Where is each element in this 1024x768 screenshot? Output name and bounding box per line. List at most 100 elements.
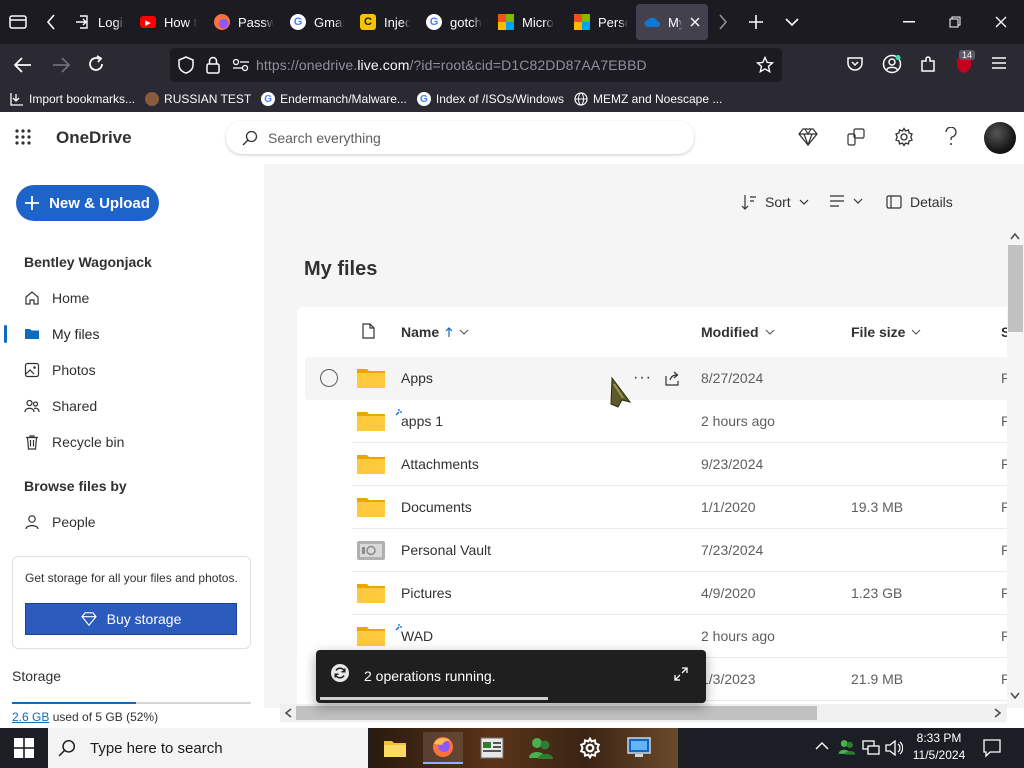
buy-storage-label: Buy storage (106, 611, 182, 627)
tab-scroll-right-button[interactable] (708, 4, 738, 40)
file-name[interactable]: Personal Vault (401, 542, 491, 558)
pocket-button[interactable] (846, 55, 864, 73)
settings-button[interactable] (894, 127, 914, 147)
browser-tab-title: Gmail (314, 14, 344, 30)
bookmark-item[interactable]: RUSSIAN TEST (145, 92, 251, 106)
browser-tab[interactable]: Perso (566, 4, 636, 40)
taskbar-remote-desktop[interactable] (619, 732, 659, 764)
scroll-right-arrow[interactable] (994, 708, 1002, 718)
share-feedback-button[interactable] (846, 128, 866, 146)
restore-button[interactable] (932, 4, 978, 40)
bookmark-item[interactable]: MEMZ and Noescape ... (574, 92, 722, 106)
file-name[interactable]: Attachments (401, 456, 479, 472)
buy-storage-button[interactable]: Buy storage (25, 603, 237, 635)
close-tab-icon[interactable] (690, 17, 700, 27)
storage-used-link[interactable]: 2.6 GB (12, 710, 49, 724)
row-select-checkbox[interactable] (320, 369, 338, 387)
file-name[interactable]: Documents (401, 499, 472, 515)
file-modified: 8/27/2024 (701, 370, 764, 386)
sort-button[interactable]: Sort (741, 194, 809, 210)
sidebar-item-home[interactable]: Home (24, 288, 89, 308)
new-upload-button[interactable]: New & Upload (16, 185, 159, 221)
bookmark-item[interactable]: G Endermanch/Malware... (261, 92, 407, 106)
file-name[interactable]: Apps (401, 370, 433, 386)
tray-people-icon-button[interactable] (838, 738, 856, 756)
google-icon: G (426, 14, 442, 30)
premium-button[interactable] (798, 128, 818, 146)
show-hidden-icons-button[interactable] (815, 741, 829, 751)
scroll-up-arrow[interactable] (1010, 232, 1020, 240)
file-modified: 2 hours ago (701, 413, 775, 429)
start-button[interactable] (14, 738, 34, 758)
more-options-icon[interactable]: ··· (633, 369, 652, 387)
minimize-button[interactable] (886, 4, 932, 40)
share-icon[interactable] (665, 370, 681, 386)
address-bar[interactable]: https://onedrive.live.com/?id=root&cid=D… (170, 48, 782, 82)
file-type-column-header[interactable] (362, 323, 375, 339)
person-icon (25, 515, 39, 530)
tab-overview-button[interactable] (0, 4, 36, 40)
sidebar-item-label: Home (52, 290, 90, 306)
sidebar-item-photos[interactable]: Photos (24, 360, 96, 380)
network-button[interactable] (862, 740, 880, 756)
sidebar-item-shared[interactable]: Shared (24, 396, 97, 416)
expand-toast-button[interactable] (674, 667, 688, 681)
sidebar-item-people[interactable]: People (24, 512, 96, 532)
taskbar-app-window[interactable] (472, 732, 512, 764)
browser-tab[interactable]: Micro (490, 4, 566, 40)
taskbar-search-box[interactable]: Type here to search (48, 728, 368, 768)
bookmark-star-icon[interactable] (756, 56, 774, 74)
notifications-button[interactable] (982, 738, 1002, 758)
horizontal-scroll-thumb[interactable] (296, 706, 817, 720)
file-name[interactable]: apps 1 (401, 413, 443, 429)
close-window-button[interactable] (978, 4, 1024, 40)
browser-tab[interactable]: Login (66, 4, 132, 40)
browser-tab[interactable]: G Gmail (282, 4, 352, 40)
storage-total: used of 5 GB (52%) (49, 710, 159, 724)
file-size-column-header[interactable]: File size (851, 324, 921, 340)
browser-tab[interactable]: Ggotch (418, 4, 490, 40)
app-launcher-button[interactable] (14, 128, 32, 146)
taskbar-settings[interactable] (570, 732, 610, 764)
table-row[interactable] (352, 400, 1008, 443)
scroll-down-arrow[interactable] (1010, 692, 1020, 700)
url-text[interactable]: https://onedrive.live.com/?id=root&cid=D… (256, 57, 647, 73)
browser-tab[interactable]: My (636, 4, 708, 40)
avatar[interactable] (984, 122, 1016, 154)
volume-button[interactable] (885, 740, 903, 756)
extension-badge-button[interactable]: 14 (955, 50, 976, 74)
new-tab-button[interactable] (738, 4, 774, 40)
name-column-header[interactable]: Name (401, 324, 469, 340)
modified-column-header[interactable]: Modified (701, 324, 775, 340)
browser-tab[interactable]: ▸ How t (132, 4, 206, 40)
search-box[interactable]: Search everything (226, 121, 694, 154)
browser-tab-title: gotch (450, 14, 482, 30)
taskbar-firefox[interactable] (423, 732, 463, 764)
extensions-button[interactable] (919, 55, 937, 73)
forward-button[interactable] (50, 54, 72, 76)
taskbar-people-app[interactable] (521, 732, 561, 764)
details-button[interactable]: Details (886, 194, 953, 210)
bookmark-item[interactable]: G Index of /ISOs/Windows (416, 92, 564, 106)
file-name[interactable]: WAD (401, 628, 433, 644)
account-button[interactable] (882, 54, 902, 74)
vertical-scroll-thumb[interactable] (1008, 245, 1023, 332)
help-button[interactable] (944, 127, 958, 147)
list-all-tabs-button[interactable] (774, 4, 810, 40)
file-name[interactable]: Pictures (401, 585, 452, 601)
browser-tab[interactable]: Passw (206, 4, 282, 40)
browser-tab[interactable]: C Inject (352, 4, 418, 40)
reload-button[interactable] (86, 54, 106, 74)
app-menu-button[interactable] (991, 56, 1007, 70)
storage-heading[interactable]: Storage (12, 668, 61, 684)
taskbar-clock[interactable]: 8:33 PM 11/5/2024 (908, 730, 970, 764)
scroll-left-arrow[interactable] (284, 708, 292, 718)
sidebar-item-my-files[interactable]: My files (24, 324, 99, 344)
sidebar-item-recycle-bin[interactable]: Recycle bin (24, 432, 124, 452)
app-name[interactable]: OneDrive (56, 128, 132, 148)
view-options-button[interactable] (829, 194, 863, 208)
tab-scroll-left-button[interactable] (36, 4, 66, 40)
back-button[interactable] (12, 54, 34, 76)
taskbar-file-explorer[interactable] (375, 732, 415, 764)
bookmark-item[interactable]: Import bookmarks... (10, 92, 135, 106)
